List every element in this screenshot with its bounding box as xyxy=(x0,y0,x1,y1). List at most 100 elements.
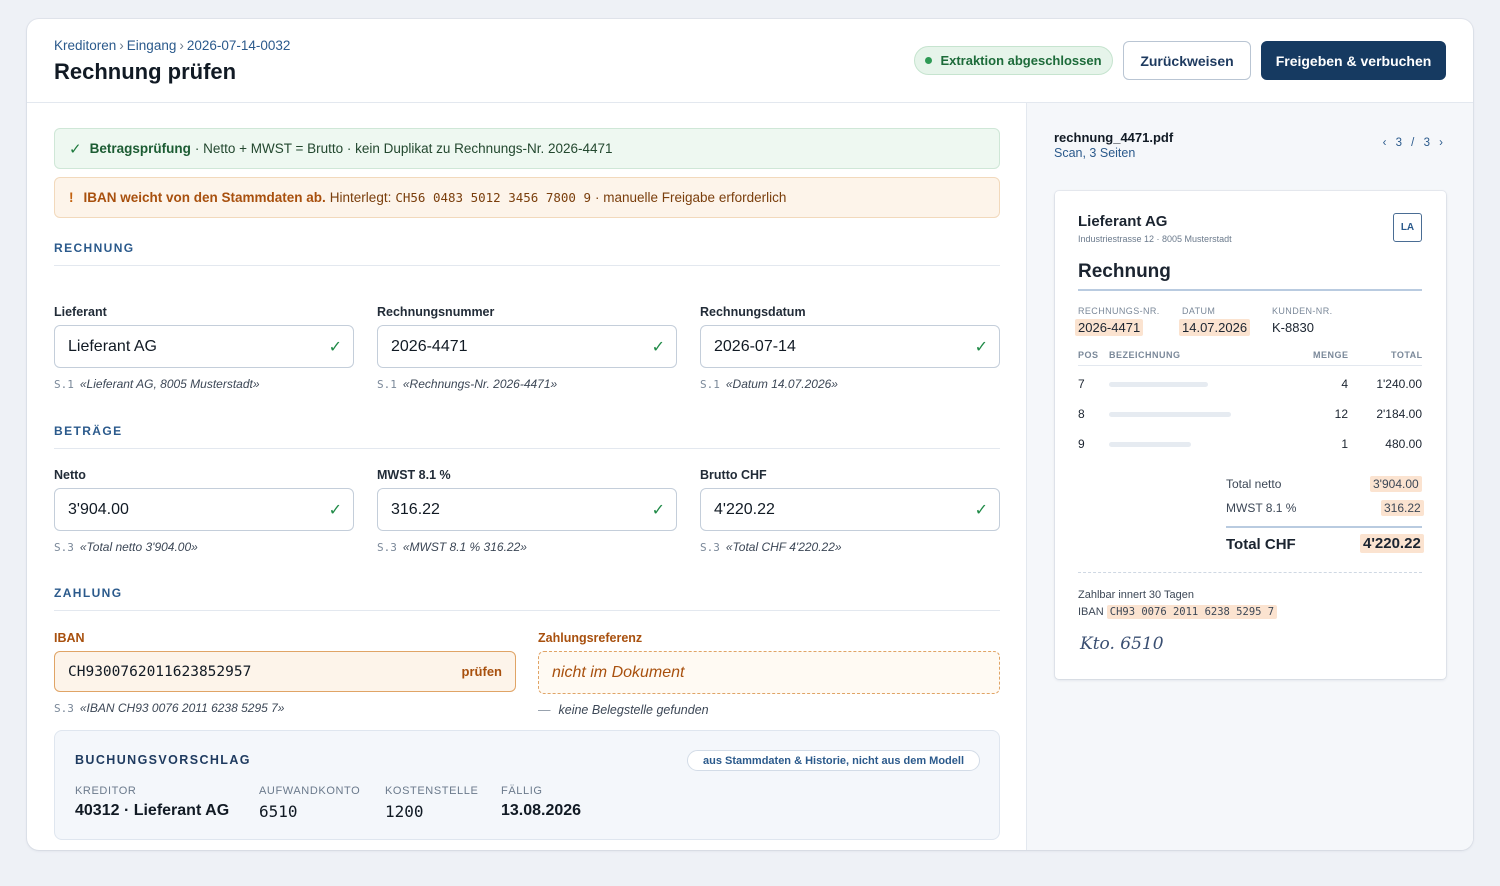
doc-row-description-redacted xyxy=(1109,382,1208,387)
page-ref: S.1 xyxy=(700,378,720,391)
supplier-source-quote: «Lieferant AG, 8005 Musterstadt» xyxy=(79,377,260,391)
doc-payment-terms: Zahlbar innert 30 Tagen xyxy=(1078,589,1194,601)
check-icon: ✓ xyxy=(974,339,988,356)
net-source-quote: «Total netto 3'904.00» xyxy=(79,540,198,554)
breadcrumb-separator: › xyxy=(179,38,184,53)
amount-check-text: · Netto + MWST = Brutto · kein Duplikat … xyxy=(194,141,613,156)
iban-source-quote: «IBAN CH93 0076 2011 6238 5295 7» xyxy=(79,701,285,715)
invoice-number-source[interactable]: S.1 «Rechnungs-Nr. 2026-4471» xyxy=(377,377,557,391)
due-date-label: FÄLLIG xyxy=(501,785,543,797)
cost-center-value: 1200 xyxy=(385,802,424,821)
iban-source[interactable]: S.3 «IBAN CH93 0076 2011 6238 5295 7» xyxy=(54,701,284,715)
doc-table-divider xyxy=(1078,365,1422,366)
invoice-date-label: Rechnungsdatum xyxy=(700,305,806,319)
doc-th-pos: POS xyxy=(1078,350,1099,360)
payment-reference-value: nicht im Dokument xyxy=(552,663,685,681)
highlight-sum-total: 4'220.22 xyxy=(1360,534,1424,553)
doc-invoice-number: 2026-4471 xyxy=(1075,319,1144,336)
expense-account-value: 6510 xyxy=(259,802,298,821)
doc-meta-label: RECHNUNGS-NR. xyxy=(1078,306,1160,316)
booking-expense-account: AUFWANDKONTO 6510 xyxy=(259,785,360,821)
payment-reference-label: Zahlungsreferenz xyxy=(538,631,643,645)
document-page: Lieferant AG Industriestrasse 12 · 8005 … xyxy=(1055,191,1446,679)
booking-due-date: FÄLLIG 13.08.2026 xyxy=(501,785,581,820)
supplier-field[interactable]: Lieferant AG ✓ xyxy=(54,325,354,368)
doc-th-total: TOTAL xyxy=(1391,350,1423,360)
iban-warning-suffix: · manuelle Freigabe erforderlich xyxy=(595,190,787,205)
reject-button[interactable]: Zurückweisen xyxy=(1123,41,1251,80)
invoice-number-field[interactable]: 2026-4471 ✓ xyxy=(377,325,677,368)
doc-row-total: 480.00 xyxy=(1385,437,1422,451)
doc-vendor-address: Industriestrasse 12 · 8005 Musterstadt xyxy=(1078,234,1232,244)
doc-sum-divider xyxy=(1226,526,1422,528)
page-pager[interactable]: ‹ 3 / 3 › xyxy=(1383,137,1446,149)
payment-reference-note: — keine Belegstelle gefunden xyxy=(538,703,709,717)
gross-value: 4'220.22 xyxy=(714,500,775,518)
booking-proposal: BUCHUNGSVORSCHLAG aus Stammdaten & Histo… xyxy=(54,730,1000,840)
warning-icon: ! xyxy=(69,190,74,205)
doc-sum-vat: 316.22 xyxy=(1381,500,1424,516)
payment-reference-field[interactable]: nicht im Dokument xyxy=(538,651,1000,694)
check-icon: ✓ xyxy=(651,502,665,519)
doc-row-pos: 9 xyxy=(1078,437,1085,451)
section-title-payment: ZAHLUNG xyxy=(54,586,1000,611)
doc-vendor-name: Lieferant AG xyxy=(1078,213,1168,230)
iban-warning-prefix: Hinterlegt: xyxy=(329,190,392,205)
breadcrumb-eingang[interactable]: Eingang xyxy=(127,38,177,53)
vat-field[interactable]: 316.22 ✓ xyxy=(377,488,677,531)
invoice-date-source[interactable]: S.1 «Datum 14.07.2026» xyxy=(700,377,838,391)
invoice-date-field[interactable]: 2026-07-14 ✓ xyxy=(700,325,1000,368)
net-source[interactable]: S.3 «Total netto 3'904.00» xyxy=(54,540,198,554)
gross-source[interactable]: S.3 «Total CHF 4'220.22» xyxy=(700,540,842,554)
document-preview-panel: rechnung_4471.pdf Scan, 3 Seiten ‹ 3 / 3… xyxy=(1026,103,1473,850)
invoice-date-value: 2026-07-14 xyxy=(714,337,796,355)
doc-meta-label: DATUM xyxy=(1182,306,1216,316)
approve-and-post-button[interactable]: Freigeben & verbuchen xyxy=(1261,41,1446,80)
doc-iban-label: IBAN xyxy=(1078,606,1104,618)
booking-proposal-title: BUCHUNGSVORSCHLAG xyxy=(75,753,251,767)
page-ref: S.1 xyxy=(54,378,74,391)
gross-source-quote: «Total CHF 4'220.22» xyxy=(725,540,842,554)
highlight-date: 14.07.2026 xyxy=(1179,319,1251,336)
highlight-sum-net: 3'904.00 xyxy=(1370,476,1422,492)
verify-iban-button[interactable]: prüfen xyxy=(462,664,502,679)
gross-field[interactable]: 4'220.22 ✓ xyxy=(700,488,1000,531)
doc-sum-total: 4'220.22 xyxy=(1360,534,1424,553)
section-title-invoice: RECHNUNG xyxy=(54,241,1000,266)
vat-source-quote: «MWST 8.1 % 316.22» xyxy=(402,540,527,554)
page-header: Kreditoren › Eingang › 2026-07-14-0032 Rechn… xyxy=(27,19,1473,103)
page-ref: S.3 xyxy=(54,541,74,554)
highlight-doc-iban: CH93 0076 2011 6238 5295 7 xyxy=(1106,605,1278,619)
check-icon: ✓ xyxy=(328,502,342,519)
stored-iban: CH56 0483 5012 3456 7800 9 xyxy=(395,190,591,205)
highlight-invoice-number: 2026-4471 xyxy=(1075,319,1144,336)
breadcrumb-kreditoren[interactable]: Kreditoren xyxy=(54,38,116,53)
vat-source[interactable]: S.3 «MWST 8.1 % 316.22» xyxy=(377,540,527,554)
supplier-value: Lieferant AG xyxy=(68,337,157,355)
invoice-number-label: Rechnungsnummer xyxy=(377,305,495,319)
iban-field[interactable]: CH9300762011623852957 prüfen xyxy=(54,651,516,692)
doc-footer-divider xyxy=(1078,572,1422,573)
doc-row-description-redacted xyxy=(1109,412,1231,417)
vat-label: MWST 8.1 % xyxy=(377,468,451,482)
creditor-label: KREDITOR xyxy=(75,785,137,797)
page-ref: S.3 xyxy=(54,702,74,715)
doc-customer-number: K-8830 xyxy=(1272,320,1314,335)
net-field[interactable]: 3'904.00 ✓ xyxy=(54,488,354,531)
supplier-source[interactable]: S.1 «Lieferant AG, 8005 Musterstadt» xyxy=(54,377,260,391)
booking-creditor: KREDITOR 40312 · Lieferant AG xyxy=(75,785,229,820)
doc-row-pos: 7 xyxy=(1078,377,1085,391)
net-label: Netto xyxy=(54,468,86,482)
doc-row-total: 1'240.00 xyxy=(1376,377,1422,391)
status-dot-icon xyxy=(925,57,933,64)
invoice-review-card: Kreditoren › Eingang › 2026-07-14-0032 Rechn… xyxy=(27,19,1473,850)
breadcrumb-current: 2026-07-14-0032 xyxy=(186,38,291,53)
document-filename: rechnung_4471.pdf xyxy=(1054,130,1174,145)
doc-meta-label: KUNDEN-NR. xyxy=(1272,306,1333,316)
doc-date: 14.07.2026 xyxy=(1179,319,1251,336)
highlight-sum-vat: 316.22 xyxy=(1381,500,1424,516)
page-ref: S.3 xyxy=(700,541,720,554)
vendor-logo-icon: LA xyxy=(1393,213,1422,242)
invoice-number-source-quote: «Rechnungs-Nr. 2026-4471» xyxy=(402,377,558,391)
doc-sum-vat-label: MWST 8.1 % xyxy=(1226,501,1297,515)
